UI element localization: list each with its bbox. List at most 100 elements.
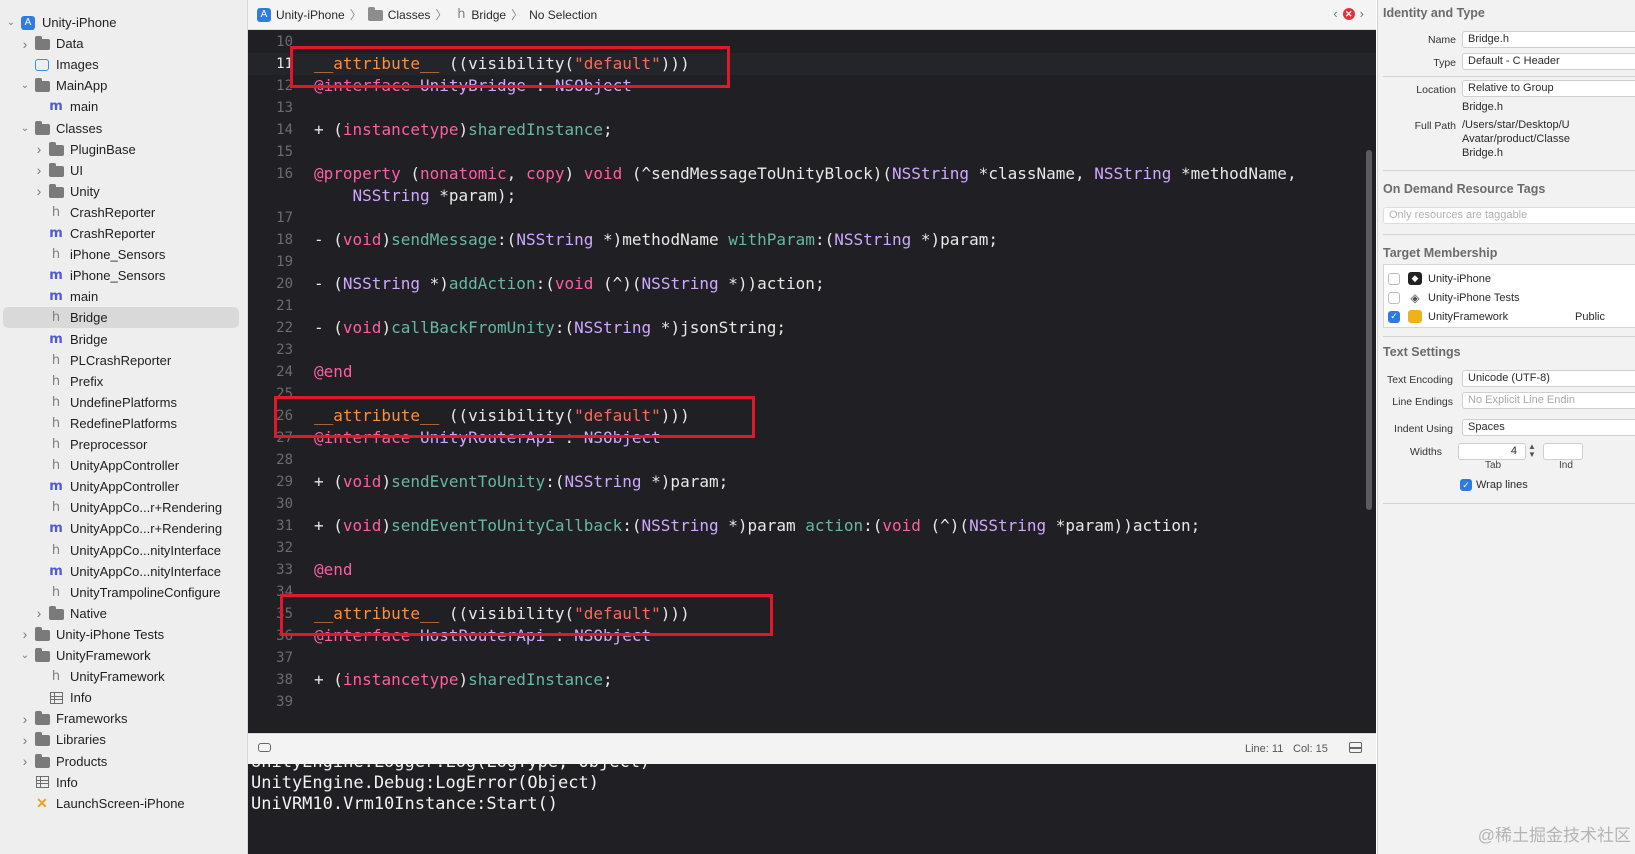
jumpbar-crumb-file[interactable]: h Bridge 〉	[453, 6, 523, 23]
navigator-item[interactable]: m UnityAppCo...nityInterface	[0, 561, 247, 582]
disclosure-open-icon[interactable]: ⌄	[20, 123, 30, 134]
disclosure-closed-icon[interactable]: ›	[34, 605, 44, 621]
code-line[interactable]: 20- (NSString *)addAction:(void (^)(NSSt…	[248, 273, 1376, 295]
navigator-item[interactable]: h UnityAppCo...r+Rendering	[0, 497, 247, 518]
code-line[interactable]: 30	[248, 493, 1376, 515]
code-line[interactable]: 33 @end	[248, 559, 1376, 581]
disclosure-open-icon[interactable]: ⌄	[20, 650, 30, 661]
jumpbar-crumb-project[interactable]: A Unity-iPhone 〉	[256, 6, 362, 23]
navigator-item[interactable]: ⌄ Classes	[0, 118, 247, 139]
navigator-item[interactable]: › PluginBase	[0, 139, 247, 160]
navigator-item[interactable]: h Prefix	[0, 371, 247, 392]
disclosure-closed-icon[interactable]: ›	[20, 36, 30, 52]
navigator-item[interactable]: h UndefinePlatforms	[0, 392, 247, 413]
navigator-item[interactable]: h Preprocessor	[0, 434, 247, 455]
code-line[interactable]: 32	[248, 537, 1376, 559]
navigator-item[interactable]: › Data	[0, 33, 247, 54]
code-line[interactable]: 19	[248, 251, 1376, 273]
navigator-item[interactable]: Info	[0, 687, 247, 708]
disclosure-closed-icon[interactable]: ›	[34, 183, 44, 199]
navigator-item[interactable]: h iPhone_Sensors	[0, 244, 247, 265]
code-line[interactable]: 39	[248, 691, 1376, 713]
navigator-item[interactable]: m iPhone_Sensors	[0, 265, 247, 286]
code-line[interactable]: 22 - (void)callBackFromUnity:(NSString *)…	[248, 317, 1376, 339]
chevron-right-icon[interactable]: ›	[1360, 6, 1364, 21]
disclosure-closed-icon[interactable]: ›	[20, 753, 30, 769]
code-line[interactable]: 29 + (void)sendEventToUnity:(NSString *)p…	[248, 471, 1376, 493]
navigator-item[interactable]: h Bridge	[0, 307, 247, 329]
tab-width-field[interactable]: 4	[1458, 443, 1526, 460]
navigator-item[interactable]: m CrashReporter	[0, 223, 247, 244]
code-line[interactable]: 28	[248, 449, 1376, 471]
type-select[interactable]: Default - C Header	[1462, 53, 1635, 70]
debug-console[interactable]: UnityEngine.Logger:Log(LogType, Object) …	[248, 764, 1376, 854]
error-icon[interactable]: ✕	[1342, 7, 1355, 20]
code-line[interactable]: 37	[248, 647, 1376, 669]
disclosure-closed-icon[interactable]: ›	[34, 162, 44, 178]
wrap-lines-toggle[interactable]: ✓ Wrap lines	[1460, 479, 1528, 491]
code-line[interactable]: 38 + (instancetype)sharedInstance;	[248, 669, 1376, 691]
navigator-item[interactable]: ✕ LaunchScreen-iPhone	[0, 793, 247, 814]
code-line[interactable]: 31 + (void)sendEventToUnityCallback:(NSSt…	[248, 515, 1376, 537]
encoding-select[interactable]: Unicode (UTF-8)	[1462, 370, 1635, 387]
navigator-item[interactable]: ⌄ UnityFramework	[0, 645, 247, 666]
indent-width-field[interactable]	[1543, 443, 1583, 460]
target-checkbox[interactable]	[1388, 272, 1400, 285]
tab-width-stepper[interactable]: ▲ ▼	[1528, 443, 1538, 459]
code-line[interactable]: 23	[248, 339, 1376, 361]
navigator-item[interactable]: h UnityFramework	[0, 666, 247, 687]
code-line[interactable]: 18- (void)sendMessage:(NSString *)method…	[248, 229, 1376, 251]
navigator-item[interactable]: › Unity	[0, 181, 247, 202]
target-row-tests[interactable]: ◈ Unity-iPhone Tests	[1388, 288, 1635, 307]
wrap-lines-checkbox[interactable]: ✓	[1460, 479, 1472, 491]
disclosure-closed-icon[interactable]: ›	[34, 141, 44, 157]
navigator-item[interactable]: › UI	[0, 160, 247, 181]
navigator-item[interactable]: › Native	[0, 603, 247, 624]
target-row-unityframework[interactable]: ✓ UnityFramework Public	[1388, 307, 1635, 326]
navigator-item[interactable]: › Frameworks	[0, 708, 247, 729]
navigator-item[interactable]: h UnityAppController	[0, 455, 247, 476]
code-line[interactable]: 13	[248, 97, 1376, 119]
target-visibility[interactable]: Public	[1575, 311, 1605, 323]
disclosure-closed-icon[interactable]: ›	[20, 626, 30, 642]
navigator-item[interactable]: › Unity-iPhone Tests	[0, 624, 247, 645]
console-toggle-icon[interactable]	[1349, 742, 1362, 753]
navigator-item[interactable]: m Bridge	[0, 329, 247, 350]
code-line[interactable]: NSString *param);	[248, 185, 1376, 207]
disclosure-open-icon[interactable]: ⌄	[6, 17, 16, 28]
code-line[interactable]: 14 + (instancetype)sharedInstance;	[248, 119, 1376, 141]
navigator-item[interactable]: Info	[0, 772, 247, 793]
code-line[interactable]: 21	[248, 295, 1376, 317]
indent-select[interactable]: Spaces	[1462, 419, 1635, 436]
navigator-item[interactable]: h RedefinePlatforms	[0, 413, 247, 434]
location-select[interactable]: Relative to Group	[1462, 80, 1635, 97]
disclosure-open-icon[interactable]: ⌄	[20, 80, 30, 91]
code-line[interactable]: 16 @property (nonatomic, copy) void (^sen…	[248, 163, 1376, 185]
navigator-item[interactable]: m main	[0, 286, 247, 307]
navigator-item[interactable]: h PLCrashReporter	[0, 350, 247, 371]
navigator-item[interactable]: Images	[0, 54, 247, 75]
navigator-item[interactable]: m main	[0, 96, 247, 117]
jumpbar-crumb-selection[interactable]: No Selection	[529, 8, 597, 22]
source-editor[interactable]: 39 38 + (instancetype)sharedInstance; 37 36 @…	[248, 30, 1376, 733]
navigator-item[interactable]: › Libraries	[0, 729, 247, 750]
name-field[interactable]: Bridge.h	[1462, 31, 1635, 48]
project-navigator[interactable]: ⌄ A Unity-iPhone › Data Images ⌄ MainApp m main ⌄ C…	[0, 0, 248, 854]
navigator-item[interactable]: h CrashReporter	[0, 202, 247, 223]
disclosure-closed-icon[interactable]: ›	[20, 711, 30, 727]
chevron-left-icon[interactable]: ‹	[1333, 6, 1337, 21]
disclosure-closed-icon[interactable]: ›	[20, 732, 30, 748]
navigator-item[interactable]: h UnityTrampolineConfigure	[0, 582, 247, 603]
navigator-item[interactable]: ⌄ A Unity-iPhone	[0, 12, 247, 33]
editor-scrollbar[interactable]	[1366, 150, 1372, 510]
line-endings-select[interactable]: No Explicit Line Endin	[1462, 392, 1635, 409]
navigator-item[interactable]: ⌄ MainApp	[0, 75, 247, 96]
code-line[interactable]: 15	[248, 141, 1376, 163]
target-checkbox-checked[interactable]: ✓	[1388, 310, 1400, 323]
navigator-item[interactable]: h UnityAppCo...nityInterface	[0, 540, 247, 561]
navigator-item[interactable]: › Products	[0, 751, 247, 772]
navigator-item[interactable]: m UnityAppCo...r+Rendering	[0, 518, 247, 539]
odr-tags-field[interactable]: Only resources are taggable	[1383, 207, 1635, 224]
code-line[interactable]: 24 @end	[248, 361, 1376, 383]
navigator-item[interactable]: m UnityAppController	[0, 476, 247, 497]
